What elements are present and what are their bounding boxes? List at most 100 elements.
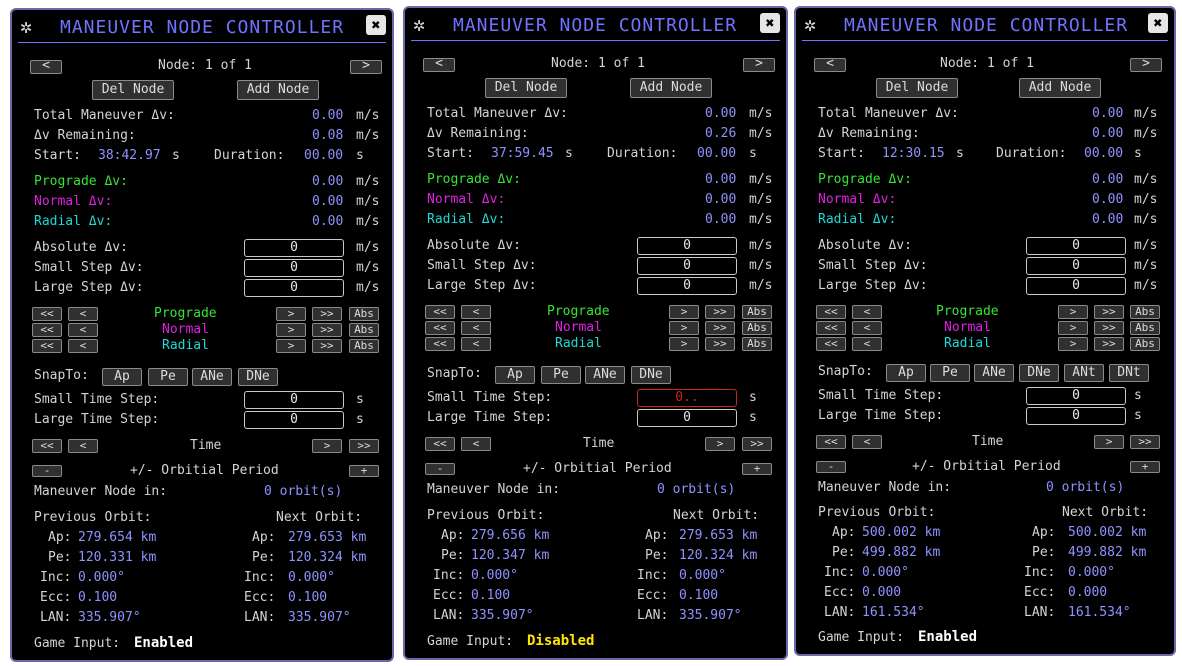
del-node-button[interactable]: Del Node <box>485 78 567 98</box>
prograde-large-increase-button[interactable]: >> <box>312 307 342 321</box>
prograde-small-decrease-button[interactable]: < <box>68 307 98 321</box>
radial-large-increase-button[interactable]: >> <box>1094 337 1124 351</box>
prograde-abs-button[interactable]: Abs <box>1130 305 1160 319</box>
prograde-large-decrease-button[interactable]: << <box>816 305 846 319</box>
normal-large-increase-button[interactable]: >> <box>705 321 735 335</box>
close-icon[interactable]: ✖ <box>1148 13 1168 33</box>
snap-pe-button[interactable]: Pe <box>541 366 581 384</box>
radial-abs-button[interactable]: Abs <box>349 339 379 353</box>
del-node-button[interactable]: Del Node <box>92 80 174 100</box>
next-node-button[interactable]: > <box>350 59 382 74</box>
radial-small-decrease-button[interactable]: < <box>68 339 98 353</box>
normal-small-decrease-button[interactable]: < <box>68 323 98 337</box>
time-small-decrease-button[interactable]: < <box>461 437 491 451</box>
large-time-step-input[interactable]: 0 <box>637 409 737 427</box>
snap-dne-button[interactable]: DNe <box>238 368 278 386</box>
large-step-input[interactable]: 0 <box>244 279 344 297</box>
large-time-step-input[interactable]: 0 <box>244 411 344 429</box>
radial-large-increase-button[interactable]: >> <box>705 337 735 351</box>
prograde-small-increase-button[interactable]: > <box>669 305 699 319</box>
normal-abs-button[interactable]: Abs <box>742 321 772 335</box>
next-node-button[interactable]: > <box>1130 57 1162 72</box>
orbital-period-minus-button[interactable]: - <box>32 465 62 477</box>
snap-ap-button[interactable]: Ap <box>495 366 535 384</box>
radial-large-decrease-button[interactable]: << <box>32 339 62 353</box>
prograde-small-decrease-button[interactable]: < <box>461 305 491 319</box>
normal-small-increase-button[interactable]: > <box>1058 321 1088 335</box>
time-small-increase-button[interactable]: > <box>1094 435 1124 449</box>
prograde-abs-button[interactable]: Abs <box>349 307 379 321</box>
absolute-dv-input[interactable]: 0 <box>1026 237 1126 255</box>
time-small-increase-button[interactable]: > <box>312 439 342 453</box>
add-node-button[interactable]: Add Node <box>237 80 319 100</box>
prograde-large-increase-button[interactable]: >> <box>1094 305 1124 319</box>
prograde-small-decrease-button[interactable]: < <box>852 305 882 319</box>
title-bar[interactable]: ✲ MANEUVER NODE CONTROLLER ✖ <box>796 10 1174 42</box>
snap-pe-button[interactable]: Pe <box>930 364 970 382</box>
snap-ane-button[interactable]: ANe <box>974 364 1014 382</box>
snap-dne-button[interactable]: DNe <box>1019 364 1059 382</box>
radial-abs-button[interactable]: Abs <box>1130 337 1160 351</box>
snap-dnt-button[interactable]: DNt <box>1109 364 1149 382</box>
snap-dne-button[interactable]: DNe <box>631 366 671 384</box>
time-large-increase-button[interactable]: >> <box>742 437 772 451</box>
del-node-button[interactable]: Del Node <box>876 78 958 98</box>
time-small-decrease-button[interactable]: < <box>852 435 882 449</box>
prev-node-button[interactable]: < <box>30 59 62 74</box>
normal-small-decrease-button[interactable]: < <box>461 321 491 335</box>
small-time-step-input[interactable]: 0.. <box>637 389 737 407</box>
radial-small-decrease-button[interactable]: < <box>461 337 491 351</box>
normal-small-increase-button[interactable]: > <box>669 321 699 335</box>
orbital-period-plus-button[interactable]: + <box>349 465 379 477</box>
time-large-decrease-button[interactable]: << <box>425 437 455 451</box>
prograde-small-increase-button[interactable]: > <box>276 307 306 321</box>
orbital-period-minus-button[interactable]: - <box>816 461 846 473</box>
prograde-abs-button[interactable]: Abs <box>742 305 772 319</box>
prev-node-button[interactable]: < <box>423 57 455 72</box>
close-icon[interactable]: ✖ <box>366 15 386 35</box>
snap-ant-button[interactable]: ANt <box>1064 364 1104 382</box>
orbital-period-plus-button[interactable]: + <box>1130 461 1160 473</box>
normal-large-decrease-button[interactable]: << <box>816 321 846 335</box>
snap-ane-button[interactable]: ANe <box>192 368 232 386</box>
add-node-button[interactable]: Add Node <box>1019 78 1101 98</box>
time-small-decrease-button[interactable]: < <box>68 439 98 453</box>
small-step-input[interactable]: 0 <box>244 259 344 277</box>
radial-small-increase-button[interactable]: > <box>669 337 699 351</box>
absolute-dv-input[interactable]: 0 <box>244 239 344 257</box>
radial-small-decrease-button[interactable]: < <box>852 337 882 351</box>
radial-large-decrease-button[interactable]: << <box>425 337 455 351</box>
time-large-increase-button[interactable]: >> <box>349 439 379 453</box>
radial-large-decrease-button[interactable]: << <box>816 337 846 351</box>
snap-pe-button[interactable]: Pe <box>148 368 188 386</box>
radial-small-increase-button[interactable]: > <box>1058 337 1088 351</box>
absolute-dv-input[interactable]: 0 <box>637 237 737 255</box>
normal-large-increase-button[interactable]: >> <box>312 323 342 337</box>
small-step-input[interactable]: 0 <box>637 257 737 275</box>
radial-small-increase-button[interactable]: > <box>276 339 306 353</box>
title-bar[interactable]: ✲ MANEUVER NODE CONTROLLER ✖ <box>405 10 786 42</box>
normal-large-increase-button[interactable]: >> <box>1094 321 1124 335</box>
close-icon[interactable]: ✖ <box>760 13 780 33</box>
title-bar[interactable]: ✲ MANEUVER NODE CONTROLLER ✖ <box>12 12 392 44</box>
normal-small-increase-button[interactable]: > <box>276 323 306 337</box>
small-time-step-input[interactable]: 0 <box>244 391 344 409</box>
radial-large-increase-button[interactable]: >> <box>312 339 342 353</box>
normal-abs-button[interactable]: Abs <box>349 323 379 337</box>
small-step-input[interactable]: 0 <box>1026 257 1126 275</box>
next-node-button[interactable]: > <box>743 57 775 72</box>
prev-node-button[interactable]: < <box>814 57 846 72</box>
time-large-decrease-button[interactable]: << <box>32 439 62 453</box>
large-time-step-input[interactable]: 0 <box>1026 407 1126 425</box>
radial-abs-button[interactable]: Abs <box>742 337 772 351</box>
snap-ane-button[interactable]: ANe <box>585 366 625 384</box>
large-step-input[interactable]: 0 <box>1026 277 1126 295</box>
time-small-increase-button[interactable]: > <box>705 437 735 451</box>
prograde-large-increase-button[interactable]: >> <box>705 305 735 319</box>
time-large-decrease-button[interactable]: << <box>816 435 846 449</box>
orbital-period-plus-button[interactable]: + <box>742 463 772 475</box>
normal-large-decrease-button[interactable]: << <box>32 323 62 337</box>
add-node-button[interactable]: Add Node <box>630 78 712 98</box>
snap-ap-button[interactable]: Ap <box>102 368 142 386</box>
prograde-small-increase-button[interactable]: > <box>1058 305 1088 319</box>
